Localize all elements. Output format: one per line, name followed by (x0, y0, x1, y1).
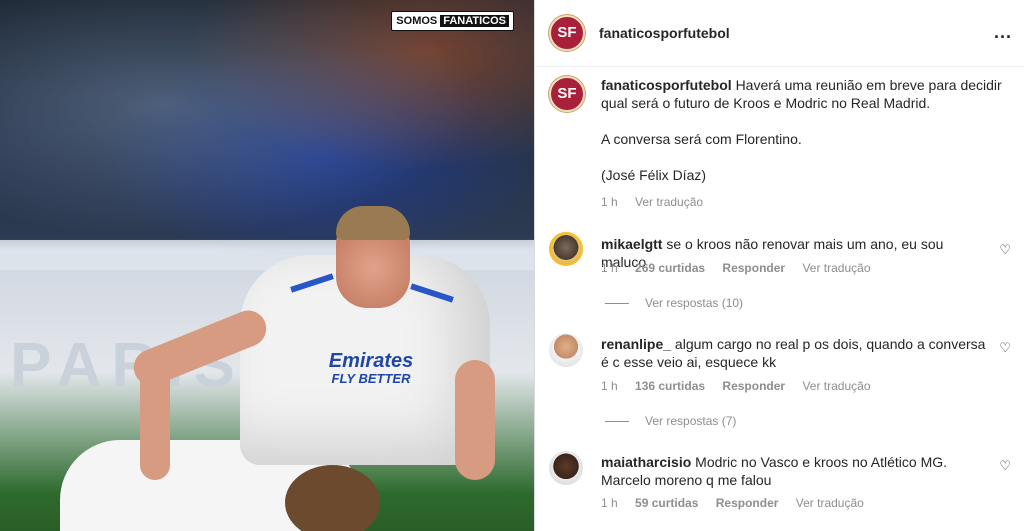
comment-meta: 1 h 136 curtidas Responder Ver tradução (601, 379, 885, 393)
avatar[interactable]: SF (549, 76, 585, 112)
player-hair (336, 206, 410, 240)
comment-time[interactable]: 1 h (601, 379, 618, 393)
comment-text: renanlipe_ algum cargo no real p os dois… (601, 335, 991, 371)
caption-username[interactable]: fanaticosporfutebol (601, 77, 732, 93)
caption-paragraph: A conversa será com Florentino. (601, 131, 802, 147)
replies-line (605, 303, 629, 305)
header-username[interactable]: fanaticosporfutebol (599, 25, 730, 41)
comment-username[interactable]: maiatharcisio (601, 454, 691, 470)
comment-likes[interactable]: 59 curtidas (635, 496, 698, 510)
post-header: SF fanaticosporfutebol ... (535, 0, 1024, 67)
comment-meta: 1 h 59 curtidas Responder Ver tradução (601, 496, 878, 510)
comment-username[interactable]: renanlipe_ (601, 336, 671, 352)
avatar[interactable]: SF (549, 15, 585, 51)
crowd-background (0, 0, 534, 260)
more-options-icon[interactable]: ... (994, 22, 1012, 43)
comment-meta: 1 h 269 curtidas Responder Ver tradução (601, 261, 885, 275)
shirt-sponsor: Emirates FLY BETTER (316, 350, 426, 388)
reply-button[interactable]: Responder (722, 379, 785, 393)
comment-username[interactable]: mikaelgtt (601, 236, 662, 252)
view-replies-label[interactable]: Ver respostas (7) (645, 414, 736, 428)
heart-icon[interactable]: ♡ (999, 242, 1011, 258)
replies-line (605, 421, 629, 423)
translate-link[interactable]: Ver tradução (802, 261, 870, 275)
comment-time[interactable]: 1 h (601, 496, 618, 510)
brand-watermark-right: FANATICOS (440, 15, 509, 27)
heart-icon[interactable]: ♡ (999, 458, 1011, 474)
comment-likes[interactable]: 269 curtidas (635, 261, 705, 275)
post-side-panel: SF fanaticosporfutebol ... SF fanaticosp… (534, 0, 1024, 531)
translate-link[interactable]: Ver tradução (796, 496, 864, 510)
reply-button[interactable]: Responder (722, 261, 785, 275)
caption-text: fanaticosporfutebol Haverá uma reunião e… (601, 76, 1011, 184)
shirt-sponsor-sub: FLY BETTER (331, 371, 411, 386)
caption-paragraph: (José Félix Díaz) (601, 167, 707, 183)
view-replies-button[interactable]: Ver respostas (7) (605, 414, 736, 428)
avatar[interactable] (549, 333, 583, 367)
player-arm-right (455, 360, 495, 480)
shirt-sponsor-name: Emirates (328, 350, 414, 372)
post-image[interactable]: PARIS SOMOS FANATICOS Emirates FLY BETTER (0, 0, 534, 531)
translate-link[interactable]: Ver tradução (802, 379, 870, 393)
comment-text: maiatharcisio Modric no Vasco e kroos no… (601, 453, 991, 489)
comment-likes[interactable]: 136 curtidas (635, 379, 705, 393)
reply-button[interactable]: Responder (716, 496, 779, 510)
avatar[interactable] (549, 451, 583, 485)
avatar[interactable] (549, 232, 583, 266)
caption-meta: 1 h Ver tradução (601, 195, 717, 209)
heart-icon[interactable]: ♡ (999, 340, 1011, 356)
player-lying-head (285, 465, 380, 531)
brand-watermark: SOMOS FANATICOS (391, 11, 514, 31)
comment-time[interactable]: 1 h (601, 261, 618, 275)
caption-time[interactable]: 1 h (601, 195, 618, 209)
caption-translate-link[interactable]: Ver tradução (635, 195, 703, 209)
view-replies-label[interactable]: Ver respostas (10) (645, 296, 743, 310)
brand-watermark-left: SOMOS (396, 15, 438, 27)
view-replies-button[interactable]: Ver respostas (10) (605, 296, 743, 310)
